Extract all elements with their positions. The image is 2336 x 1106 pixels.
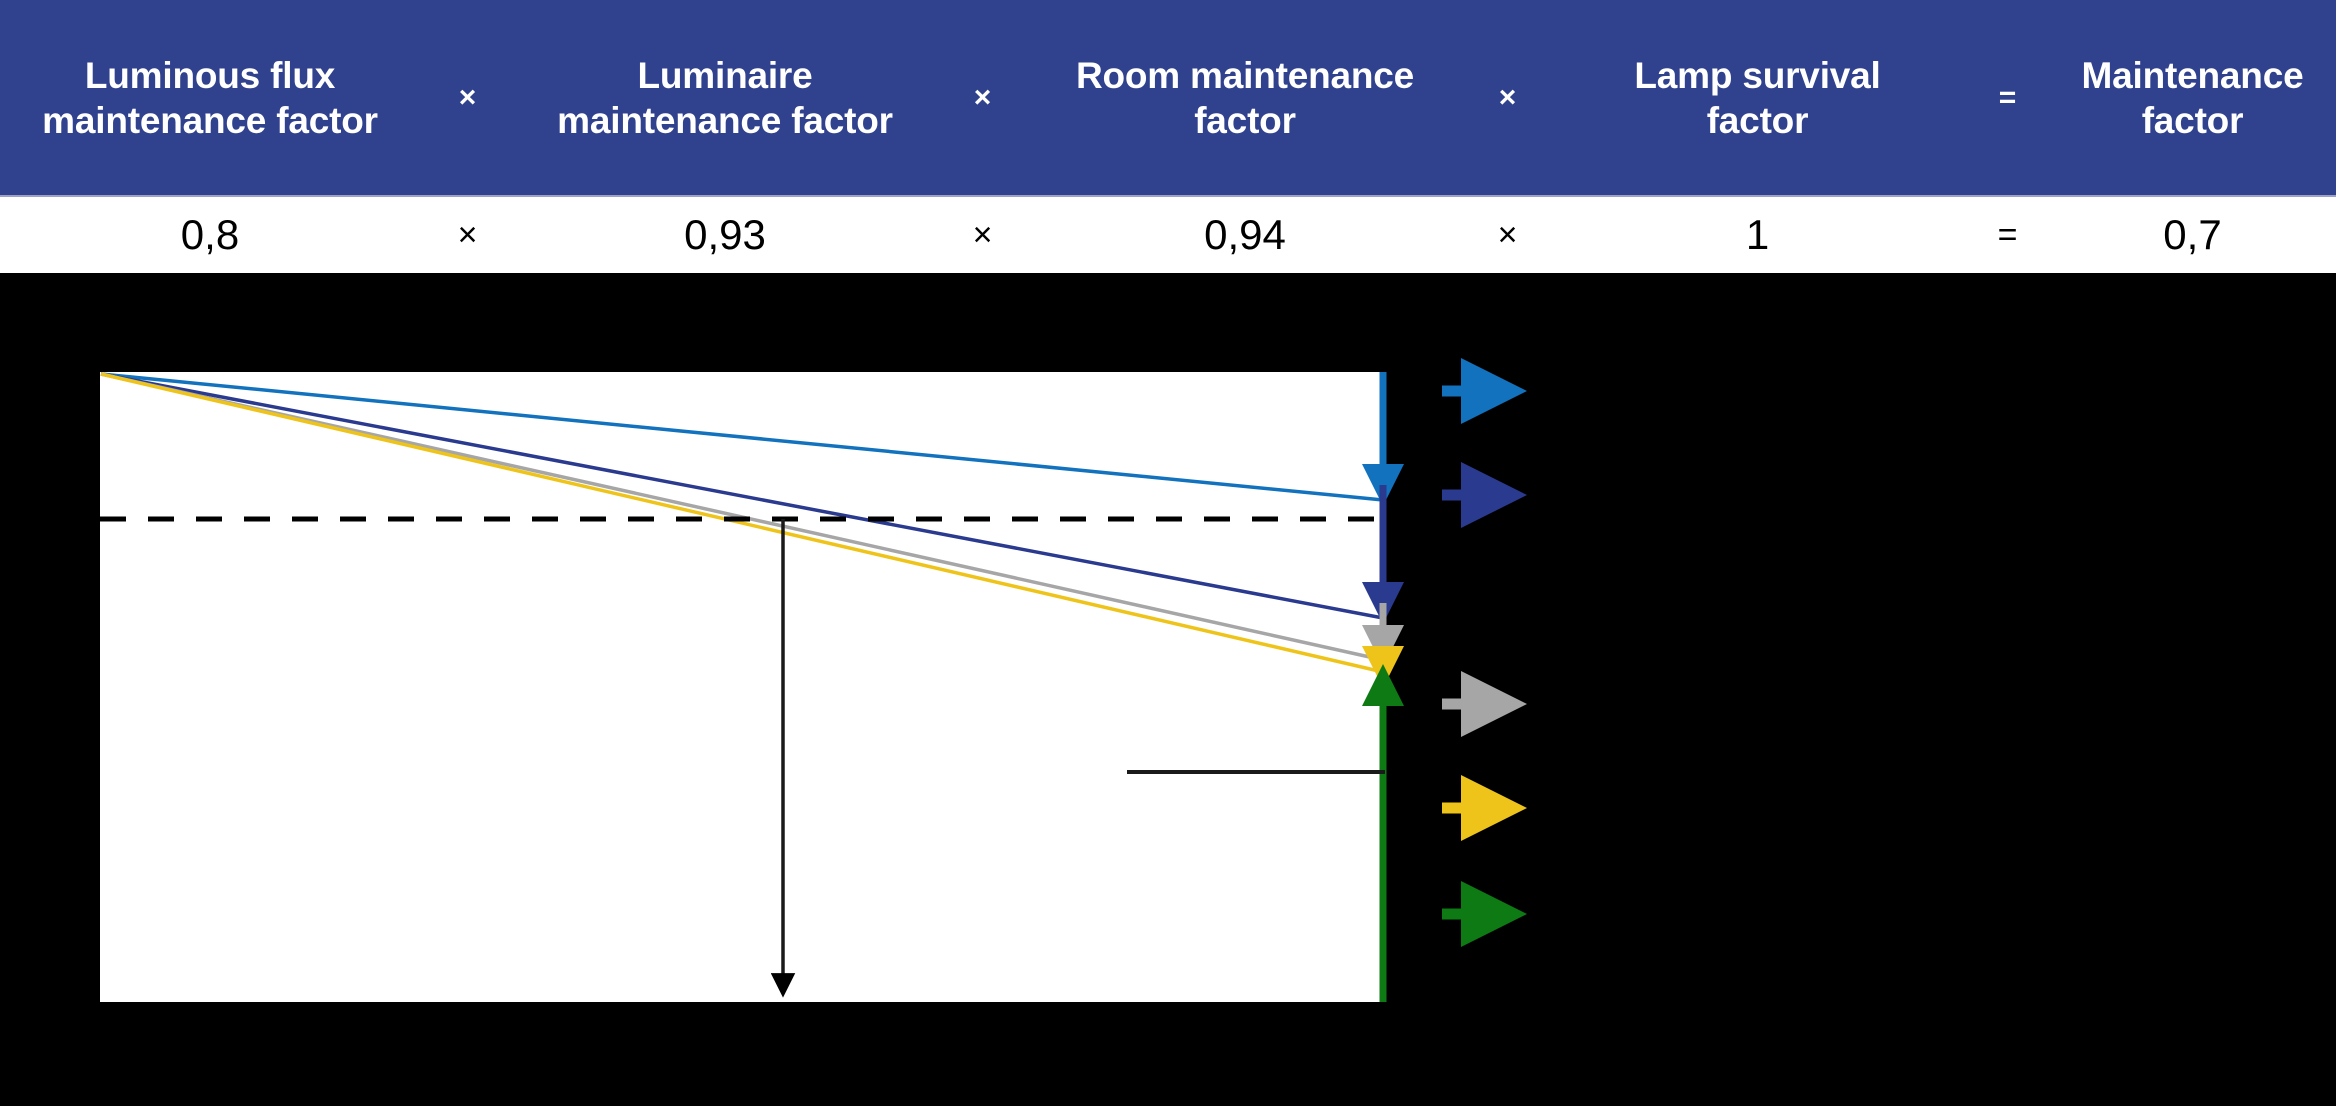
value-room-maintenance-factor: 0,94 — [1204, 211, 1286, 258]
header-term-line2: maintenance factor — [557, 99, 893, 141]
value-lamp-survival-factor: 1 — [1745, 211, 1770, 258]
header-operator-2: × — [973, 80, 992, 114]
header-maintenance-factor: Maintenance factor — [2055, 53, 2330, 143]
value-operator-1: × — [457, 216, 478, 254]
value-operator-4: = — [1997, 216, 2018, 254]
header-luminous-flux-maintenance-factor: Luminous flux maintenance factor — [0, 53, 420, 143]
plot-background — [100, 372, 1385, 1002]
header-term-line2: factor — [1194, 99, 1296, 141]
header-luminaire-maintenance-factor: Luminaire maintenance factor — [515, 53, 935, 143]
header-term-line1: Room maintenance — [1075, 54, 1415, 96]
header-term-line2: factor — [1706, 99, 1809, 141]
value-maintenance-factor: 0,7 — [2163, 211, 2222, 258]
header-term-line1: Lamp survival — [1634, 54, 1881, 96]
value-luminous-flux-maintenance-factor: 0,8 — [180, 211, 240, 258]
header-term-line1: Luminous flux — [84, 54, 336, 96]
header-term-line2: factor — [2141, 99, 2244, 141]
header-operator-1: × — [458, 80, 477, 114]
header-lamp-survival-factor: Lamp survival factor — [1555, 53, 1960, 143]
header-term-line1: Luminaire — [637, 54, 813, 96]
value-operator-2: × — [972, 216, 993, 254]
header-room-maintenance-factor: Room maintenance factor — [1030, 53, 1460, 143]
header-operator-4: = — [1998, 80, 2017, 114]
header-term-line2: maintenance factor — [42, 99, 378, 141]
maintenance-factor-formula-table: Luminous flux maintenance factor × Lumin… — [0, 0, 2336, 273]
formula-header-row: Luminous flux maintenance factor × Lumin… — [0, 0, 2336, 195]
formula-value-row: 0,8 × 0,93 × 0,94 × 1 = 0,7 — [0, 195, 2336, 273]
maintenance-factor-decay-diagram — [0, 273, 2336, 1106]
header-term-line1: Maintenance — [2081, 54, 2304, 96]
value-luminaire-maintenance-factor: 0,93 — [684, 211, 766, 258]
header-operator-3: × — [1498, 80, 1517, 114]
value-operator-3: × — [1497, 216, 1518, 254]
legend — [1442, 358, 1527, 947]
